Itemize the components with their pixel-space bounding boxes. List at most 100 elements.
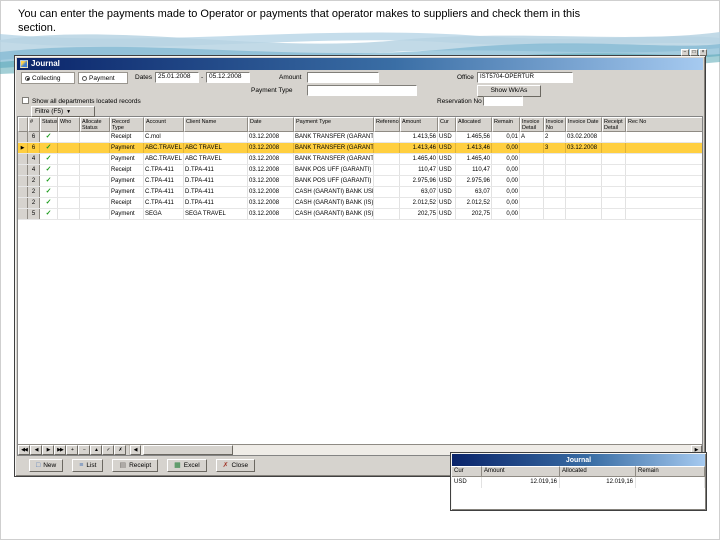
nav-prior-button[interactable]: ◀ — [30, 445, 42, 455]
filter-form: Collecting Payment Dates 25.01.2008 - 05… — [17, 70, 703, 117]
cell-record-type: Payment — [110, 154, 144, 164]
close-button[interactable]: ✗ Close — [215, 459, 256, 472]
minimize-button[interactable]: − — [681, 49, 689, 56]
radio-payment[interactable]: Payment — [78, 72, 128, 84]
cell-payment-type: BANK POS UFF (GARANTI) — [294, 165, 374, 175]
grid-column-header[interactable]: Allocate Status — [80, 117, 110, 132]
cell-rec-detail — [602, 165, 626, 175]
new-button[interactable]: □ New — [29, 459, 64, 472]
scrollbar-thumb[interactable] — [143, 445, 233, 455]
cell-payment-type: CASH (GARANTI) BANK USD — [295, 187, 374, 197]
grid-column-header[interactable]: Account — [144, 117, 184, 132]
slide-caption: You can enter the payments made to Opera… — [18, 8, 581, 35]
status-check-icon: ✓ — [40, 187, 58, 197]
cell-allocated: 1.465,40 — [456, 154, 492, 164]
cell-inv-detail — [520, 209, 544, 219]
amount-label: Amount — [279, 74, 302, 81]
close-door-icon: ✗ — [222, 462, 229, 469]
list-button[interactable]: ≡ List — [72, 459, 104, 472]
nav-edit-button[interactable]: ▲ — [90, 445, 102, 455]
cell-reference — [374, 187, 400, 197]
radio-collecting[interactable]: Collecting — [21, 72, 75, 84]
close-button[interactable]: × — [699, 49, 707, 56]
nav-cancel-button[interactable]: ✗ — [114, 445, 126, 455]
cell-remain: 0,00 — [492, 209, 520, 219]
cell-num: 2 — [28, 198, 40, 208]
row-selector-cell — [18, 154, 28, 164]
table-row[interactable]: 2 ✓ Receipt C.TPA-411 D.TPA-411 03.12.2008 CAS… — [18, 198, 702, 209]
grid-column-header[interactable]: Date — [248, 117, 294, 132]
grid-column-header[interactable]: Receipt Detail — [602, 117, 626, 132]
grid-column-header[interactable]: Who — [58, 117, 80, 132]
payment-type-input[interactable] — [307, 85, 417, 96]
grid-column-header[interactable]: Record Type — [110, 117, 144, 132]
table-row[interactable]: 2 ✓ Payment C.TPA-411 D.TPA-411 03.12.2008 BAN… — [18, 176, 702, 187]
grid-column-header[interactable]: Reference — [374, 117, 400, 132]
grid-column-header[interactable]: Invoice Date — [566, 117, 602, 132]
nav-first-button[interactable]: ◀◀ — [18, 445, 30, 455]
show-all-checkbox[interactable] — [22, 97, 29, 104]
table-row[interactable]: 2 ✓ Payment C.TPA-411 D.TPA-411 03.12.2008 CAS… — [18, 187, 702, 198]
cell-num: 6 — [28, 143, 40, 153]
restore-button[interactable]: □ — [690, 49, 698, 56]
totals-window: Journal Cur Amount Allocated Remain USD 12.0… — [450, 452, 707, 511]
radio-collecting-dot[interactable] — [25, 75, 30, 81]
cell-remain: 0,00 — [492, 198, 520, 208]
amount-input[interactable] — [307, 72, 379, 83]
grid-column-header[interactable]: Remain — [492, 117, 520, 132]
filter-button[interactable]: Filtre (F5) ▼ — [31, 106, 95, 117]
grid-column-header[interactable]: Status — [40, 117, 58, 132]
cell-alloc-status — [80, 209, 110, 219]
table-row[interactable]: 6 ✓ Receipt C.mol 03.12.2008 BANK TRANSFER (G… — [18, 132, 702, 143]
radio-payment-dot[interactable] — [82, 75, 87, 81]
cell-cur: USD — [438, 132, 456, 142]
grid-selector-header — [18, 117, 28, 132]
grid-column-header[interactable]: Cur — [438, 117, 456, 132]
table-row[interactable]: 5 ✓ Payment SEGA SEGA TRAVEL 03.12.2008 CASH (… — [18, 209, 702, 220]
totals-column-header: Cur — [452, 466, 482, 477]
grid-column-header[interactable]: Rec No — [626, 117, 702, 132]
cell-rec-no — [626, 165, 702, 175]
grid-column-header[interactable]: Allocated — [456, 117, 492, 132]
nav-next-button[interactable]: ▶ — [42, 445, 54, 455]
nav-insert-button[interactable]: + — [66, 445, 78, 455]
totals-body: USD 12.019,16 12.019,16 — [452, 477, 705, 488]
excel-button[interactable]: ▦ Excel — [167, 459, 207, 472]
payment-type-label: Payment Type — [251, 87, 293, 94]
grid-column-header[interactable]: # — [28, 117, 40, 132]
grid-body: 6 ✓ Receipt C.mol 03.12.2008 BANK TRANSFER (G… — [18, 132, 702, 220]
cell-num: 5 — [28, 209, 40, 219]
grid-column-header[interactable]: Invoice Detail — [520, 117, 544, 132]
scroll-left-arrow[interactable]: ◀ — [130, 445, 141, 455]
date-from-input[interactable]: 25.01.2008 — [155, 72, 199, 83]
grid-column-header[interactable]: Client Name — [184, 117, 248, 132]
nav-last-button[interactable]: ▶▶ — [54, 445, 66, 455]
office-combo[interactable]: IST5704-OPERTUR — [477, 72, 573, 83]
radio-collecting-label: Collecting — [32, 74, 61, 82]
grid-column-header[interactable]: Amount — [400, 117, 438, 132]
date-to-input[interactable]: 05.12.2008 — [206, 72, 250, 83]
cell-num: 6 — [28, 132, 40, 142]
table-row[interactable]: 4 ✓ Payment ABC.TRAVEL ABC TRAVEL 03.12.2008 B… — [18, 154, 702, 165]
row-selector-cell — [18, 187, 28, 197]
cell-allocated: 2.012,52 — [456, 198, 492, 208]
reservation-input[interactable] — [483, 96, 523, 106]
nav-post-button[interactable]: ✓ — [102, 445, 114, 455]
journal-titlebar[interactable]: Journal — [17, 58, 703, 70]
grid-column-header[interactable]: Payment Type — [294, 117, 374, 132]
cell-inv-no — [544, 165, 566, 175]
grid-column-header[interactable]: Invoice No — [544, 117, 566, 132]
totals-empty-area — [452, 488, 705, 509]
cell-rec-detail — [602, 154, 626, 164]
cell-who — [58, 187, 80, 197]
cell-cur: USD — [438, 198, 456, 208]
totals-row[interactable]: USD 12.019,16 12.019,16 — [452, 477, 705, 488]
table-row[interactable]: 4 ✓ Receipt C.TPA-411 D.TPA-411 03.12.2008 BAN… — [18, 165, 702, 176]
nav-delete-button[interactable]: − — [78, 445, 90, 455]
table-row[interactable]: ▶ 6 ✓ Payment ABC.TRAVEL ABC TRAVEL 03.12.2008… — [18, 143, 702, 154]
radio-payment-label: Payment — [89, 74, 115, 82]
excel-icon: ▦ — [174, 462, 181, 469]
cell-record-type: Receipt — [110, 165, 144, 175]
receipt-button[interactable]: ▤ Receipt — [112, 459, 159, 472]
totals-titlebar[interactable]: Journal — [452, 454, 705, 466]
